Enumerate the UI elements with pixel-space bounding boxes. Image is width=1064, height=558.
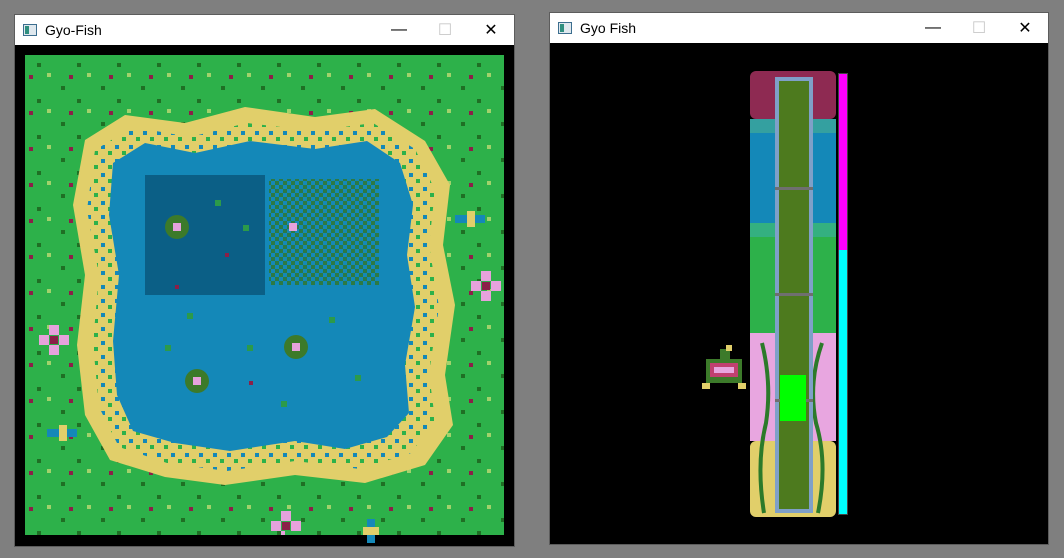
lily-pad [284, 335, 308, 359]
deep-water-zone [145, 175, 265, 295]
maximize-button[interactable]: ☐ [422, 15, 468, 45]
fishing-minigame [550, 43, 1048, 544]
lily-pad [185, 369, 209, 393]
minimize-button[interactable]: — [910, 13, 956, 43]
pond-map [15, 45, 514, 546]
game-canvas[interactable] [15, 45, 514, 546]
window-app-icon [23, 24, 37, 36]
game-canvas[interactable] [550, 43, 1048, 544]
window-controls: — ☐ ✕ [910, 13, 1048, 43]
titlebar[interactable]: Gyo-Fish — ☐ ✕ [15, 15, 514, 45]
window-title: Gyo-Fish [45, 22, 102, 38]
minimize-button[interactable]: — [376, 15, 422, 45]
close-button[interactable]: ✕ [1002, 13, 1048, 43]
window-controls: — ☐ ✕ [376, 15, 514, 45]
lily-pad [165, 215, 189, 239]
titlebar[interactable]: Gyo Fish — ☐ ✕ [550, 13, 1048, 43]
weed-zone [269, 179, 379, 285]
maximize-button[interactable]: ☐ [956, 13, 1002, 43]
window-app-icon [558, 22, 572, 34]
gyo-fish-catch-window: Gyo Fish — ☐ ✕ [549, 12, 1049, 545]
close-button[interactable]: ✕ [468, 15, 514, 45]
window-title: Gyo Fish [580, 20, 637, 36]
catch-zone[interactable] [780, 375, 806, 421]
gyo-fish-map-window: Gyo-Fish — ☐ ✕ [14, 14, 515, 547]
progress-remaining [839, 74, 847, 250]
progress-fill [839, 250, 847, 514]
